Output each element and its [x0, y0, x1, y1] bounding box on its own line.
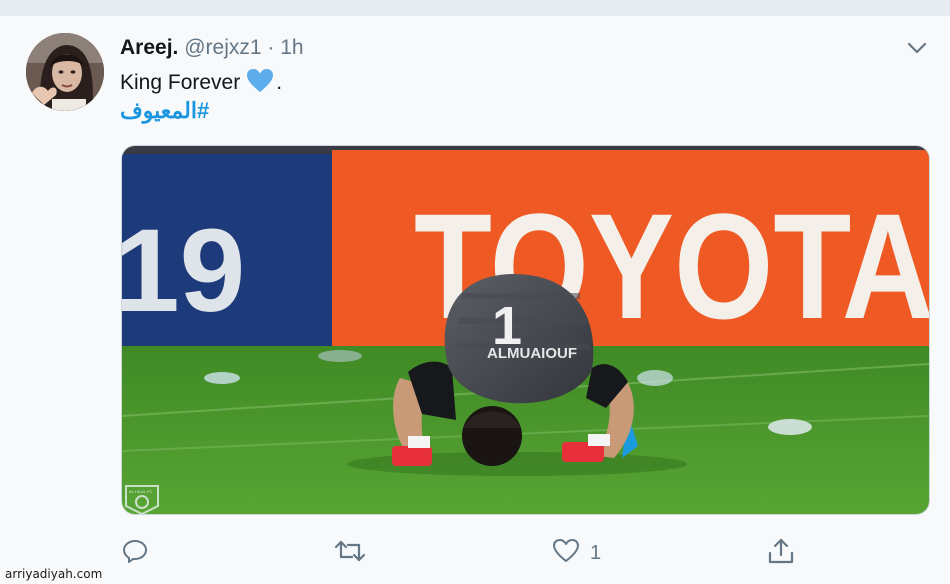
share-icon	[767, 537, 795, 570]
tweet-text: King Forever.	[120, 68, 282, 100]
tweet-text-main: King Forever	[120, 71, 241, 94]
reply-button[interactable]	[121, 536, 149, 570]
author-name[interactable]: Areej.	[120, 36, 178, 59]
retweet-button[interactable]	[334, 536, 366, 570]
board-number: 19	[122, 205, 245, 337]
watermark: arriyadiyah.com	[5, 567, 103, 581]
retweet-icon	[334, 537, 366, 570]
media-photo: 19 TOYOTA ALMUAIOUF 1 AL HILAL FC	[122, 146, 929, 514]
like-count: 1	[590, 541, 602, 564]
blue-heart-icon	[246, 68, 274, 100]
tweet-header: Areej. @rejxz1 · 1h	[120, 36, 304, 60]
jersey-number: 1	[492, 296, 522, 356]
header-separator: ·	[267, 36, 275, 59]
like-button[interactable]: 1	[552, 536, 601, 570]
tweet-timestamp[interactable]: 1h	[280, 36, 303, 59]
tweet-text-suffix: .	[276, 71, 283, 94]
chevron-down-icon[interactable]	[905, 39, 929, 57]
author-handle[interactable]: @rejxz1	[184, 36, 261, 59]
tweet-media-image[interactable]: 19 TOYOTA ALMUAIOUF 1 AL HILAL FC	[121, 145, 930, 515]
club-logo-text: AL HILAL FC	[129, 489, 152, 494]
hashtag-link[interactable]: #المعيوف	[120, 98, 209, 124]
like-icon	[552, 537, 580, 570]
share-button[interactable]	[767, 536, 795, 570]
tweet-actions: 1	[0, 536, 950, 570]
top-divider-bar	[0, 0, 950, 16]
avatar-image	[26, 33, 104, 111]
reply-icon	[121, 537, 149, 570]
avatar[interactable]	[26, 33, 104, 111]
